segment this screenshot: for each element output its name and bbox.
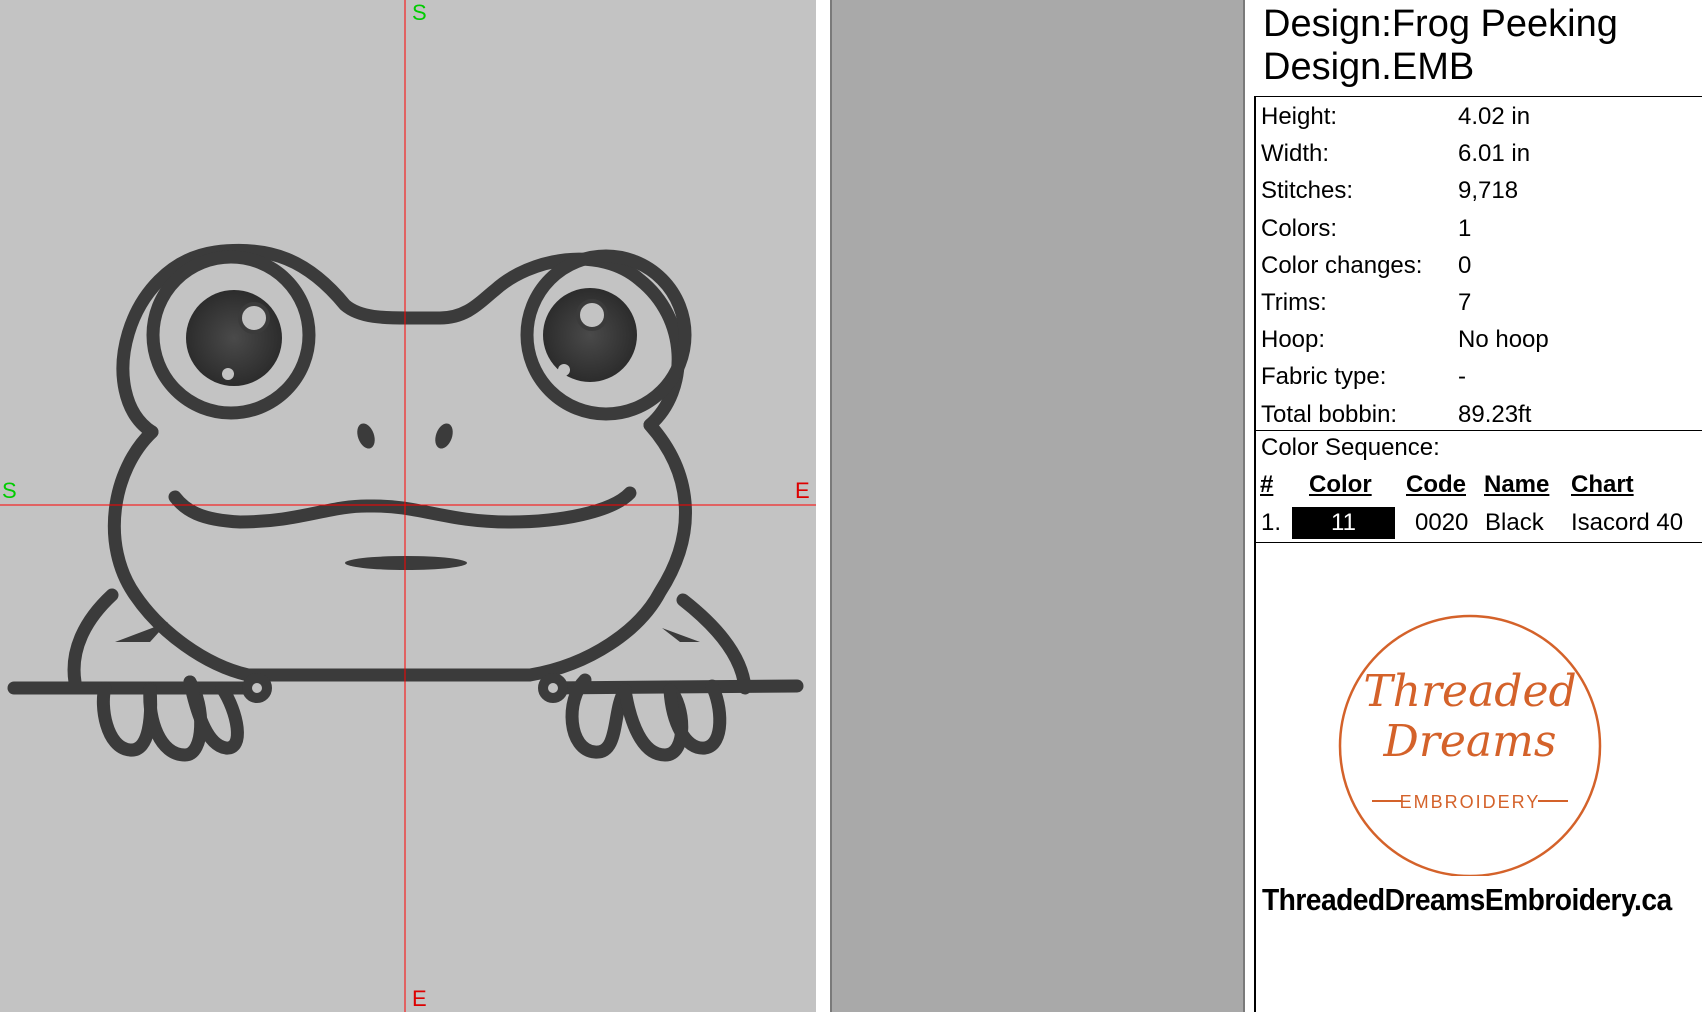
color-row-name: Black (1485, 509, 1544, 536)
property-label: Height: (1261, 103, 1338, 130)
property-label: Color changes: (1261, 251, 1423, 279)
color-sequence-title: Color Sequence: (1261, 434, 1440, 461)
frog-embroidery-icon (0, 0, 816, 1012)
property-label: Hoop: (1261, 326, 1326, 354)
property-value: 89.23ft (1458, 400, 1532, 428)
color-row-num: 1. (1261, 509, 1282, 536)
property-value: 1 (1458, 214, 1472, 242)
property-value: 9,718 (1458, 177, 1519, 205)
design-title-line2: Design.EMB (1263, 46, 1475, 88)
property-value: 6.01 in (1458, 140, 1531, 168)
color-row-code: 0020 (1415, 509, 1469, 536)
column-header-chart: Chart (1571, 471, 1634, 498)
title-divider (1254, 96, 1702, 97)
column-header-code: Code (1406, 471, 1466, 498)
property-value: 7 (1458, 289, 1472, 316)
logo-line2: Dreams (1383, 716, 1557, 767)
property-value: 0 (1458, 251, 1472, 279)
axis-label-left: S (2, 478, 17, 503)
axis-label-right: E (795, 478, 810, 503)
property-label: Total bobbin: (1261, 400, 1398, 428)
design-title-line1: Design:Frog Peeking (1263, 3, 1618, 45)
property-label: Stitches: (1261, 177, 1354, 205)
properties-divider (1254, 430, 1702, 431)
threaded-dreams-logo: Threaded Dreams EMBROIDERY (1338, 614, 1602, 876)
axis-label-bottom: E (412, 986, 427, 1011)
column-header-num: # (1260, 471, 1274, 498)
sequence-divider (1254, 542, 1702, 543)
property-value: No hoop (1458, 326, 1549, 354)
color-swatch: 11 (1292, 507, 1395, 539)
column-header-color: Color (1309, 471, 1372, 498)
logo-line1: Threaded (1363, 666, 1576, 717)
column-header-name: Name (1484, 471, 1550, 498)
property-value: 4.02 in (1458, 103, 1531, 130)
axis-label-top: S (412, 0, 427, 25)
property-label: Trims: (1261, 289, 1327, 316)
info-panel-rule (1254, 96, 1256, 1012)
logo-line3: EMBROIDERY (1400, 792, 1541, 812)
color-row-chart: Isacord 40 (1571, 509, 1684, 536)
logo-url: ThreadedDreamsEmbroidery.ca (1262, 882, 1672, 917)
property-value: - (1458, 363, 1466, 391)
property-label: Width: (1261, 140, 1330, 168)
pane-divider (816, 0, 830, 1012)
empty-preview-pane (832, 0, 1243, 1012)
design-canvas[interactable]: S S E E (0, 0, 816, 1012)
property-label: Fabric type: (1261, 363, 1387, 391)
property-label: Colors: (1261, 214, 1338, 242)
